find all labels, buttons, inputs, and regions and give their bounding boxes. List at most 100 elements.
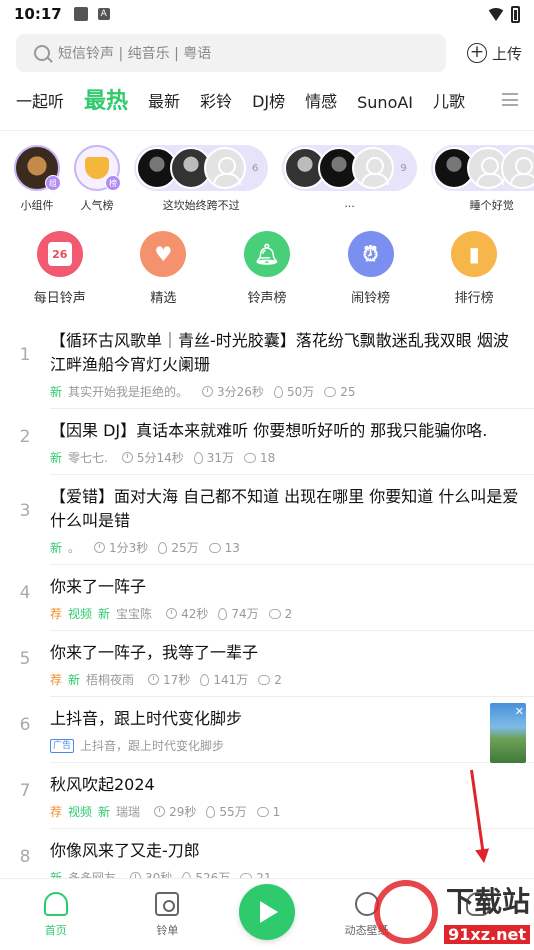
story-group-1[interactable]: 6 这坎始终跨不过 <box>134 145 269 213</box>
song-plays: 50万 <box>286 385 315 399</box>
wifi-icon <box>487 7 505 21</box>
status-time: 10:17 <box>14 5 62 23</box>
widget-avatar: 组 <box>14 145 61 191</box>
story-popular[interactable]: 榜 人气榜 <box>74 145 121 213</box>
story-caption: 这坎始终跨不过 <box>162 199 240 212</box>
comment-icon <box>208 542 221 553</box>
nav-home[interactable]: 首页 <box>16 892 96 938</box>
clock-icon <box>202 386 214 397</box>
story-group-3[interactable]: 睡个好觉 <box>430 145 534 213</box>
fire-icon <box>193 451 203 464</box>
play-icon <box>259 901 278 923</box>
song-row[interactable]: 2 【因果 DJ】真话本来就难听 你要想听好听的 那我只能骗你咯. 新 零七七.… <box>20 409 534 475</box>
song-row[interactable]: 7 秋风吹起2024 荐 视频 新 瑞瑞 29秒 55万 1 <box>20 763 534 829</box>
song-meta: 新 。 1分3秒 25万 13 <box>50 539 524 556</box>
story-caption: ... <box>344 197 355 210</box>
search-placeholder: 短信铃声 | 纯音乐 | 粤语 <box>58 46 212 62</box>
clock-icon <box>121 452 133 463</box>
tab-newest[interactable]: 最新 <box>148 88 180 124</box>
play-button[interactable] <box>238 884 295 940</box>
tab-ringback[interactable]: 彩铃 <box>200 88 232 124</box>
clock-icon <box>166 608 178 619</box>
tab-dj[interactable]: DJ榜 <box>252 88 285 124</box>
battery-icon <box>511 5 520 23</box>
comment-icon <box>324 386 337 397</box>
rank-number: 6 <box>19 715 31 735</box>
fire-icon <box>206 805 216 818</box>
app-notification-icon: A <box>97 8 110 20</box>
tag-recommended: 荐 <box>50 673 63 687</box>
plus-circle-icon: + <box>466 43 487 63</box>
bell-icon: 🔔︎ <box>243 231 290 277</box>
default-avatar-icon <box>352 147 395 189</box>
tag-new: 新 <box>50 385 63 399</box>
fire-icon <box>273 385 283 398</box>
fire-icon <box>200 673 210 686</box>
close-icon[interactable]: ✕ <box>515 705 524 718</box>
trophy-icon <box>85 157 109 179</box>
tag-recommended: 荐 <box>50 805 63 819</box>
rank-number: 5 <box>19 649 31 669</box>
song-title: 你来了一阵子，我等了一辈子 <box>50 643 259 662</box>
watermark-main: 下载站 <box>445 885 530 918</box>
entry-daily-ringtone[interactable]: 26 每日铃声 <box>20 231 100 309</box>
song-title: 【因果 DJ】真话本来就难听 你要想听好听的 那我只能骗你咯. <box>50 421 488 440</box>
song-comments: 1 <box>272 804 281 819</box>
ad-row[interactable]: 6 上抖音，跟上时代变化脚步 广告 上抖音，跟上时代变化脚步 ✕ <box>20 697 534 763</box>
comment-icon <box>256 806 269 817</box>
watermark-logo-icon <box>374 880 438 944</box>
tab-kids[interactable]: 儿歌 <box>433 88 465 124</box>
clock-icon <box>148 674 160 685</box>
rank-number: 7 <box>19 781 31 801</box>
upload-button[interactable]: + 上传 <box>466 43 522 64</box>
story-widget[interactable]: 组 小组件 <box>14 145 61 213</box>
song-comments: 2 <box>284 606 293 621</box>
entry-alarm-chart[interactable]: ⏰︎ 闹铃榜 <box>331 231 411 309</box>
menu-icon[interactable] <box>502 93 518 106</box>
song-plays: 141万 <box>213 673 249 687</box>
ad-title: 上抖音，跟上时代变化脚步 <box>50 709 243 728</box>
song-row[interactable]: 1 【循环古风歌单｜青丝-时光胶囊】落花纷飞飘散迷乱我双眼 烟波江畔渔船今宵灯火… <box>20 319 534 409</box>
rank-number: 2 <box>19 427 31 447</box>
story-group-2[interactable]: 9 ... <box>282 145 417 210</box>
tab-hottest[interactable]: 最热 <box>84 83 128 124</box>
song-list: 1 【循环古风歌单｜青丝-时光胶囊】落花纷飞飘散迷乱我双眼 烟波江畔渔船今宵灯火… <box>0 319 534 895</box>
song-comments: 13 <box>224 540 240 555</box>
comment-icon <box>268 608 281 619</box>
avatar-group <box>430 145 534 191</box>
song-author: 瑞瑞 <box>116 805 141 819</box>
song-author: 零七七. <box>68 451 108 465</box>
default-avatar-icon <box>204 147 246 189</box>
story-caption: 人气榜 <box>80 199 114 212</box>
ad-thumbnail[interactable]: ✕ <box>490 703 526 763</box>
rank-number: 4 <box>19 583 31 603</box>
nav-playlist[interactable]: 铃单 <box>127 892 207 938</box>
clock-icon <box>154 806 166 817</box>
rank-number: 1 <box>19 345 31 365</box>
song-duration: 3分26秒 <box>217 385 264 399</box>
song-author: 其实开始我是拒绝的。 <box>68 385 189 399</box>
entry-ranking[interactable]: ▮ 排行榜 <box>434 231 514 309</box>
rank-number: 3 <box>19 501 31 521</box>
entry-label: 精选 <box>150 291 177 306</box>
tab-together[interactable]: 一起听 <box>16 88 64 124</box>
song-row[interactable]: 5 你来了一阵子，我等了一辈子 荐 新 梧桐夜雨 17秒 141万 2 <box>20 631 534 697</box>
song-row[interactable]: 3 【爱错】面对大海 自己都不知道 出现在哪里 你要知道 什么叫是爱 什么叫是错… <box>20 475 534 565</box>
ad-badge: 广告 <box>50 738 75 753</box>
song-comments: 25 <box>340 384 356 399</box>
search-input[interactable]: 短信铃声 | 纯音乐 | 粤语 <box>16 34 446 72</box>
entry-ringtone-chart[interactable]: 🔔︎ 铃声榜 <box>227 231 307 309</box>
song-row[interactable]: 4 你来了一阵子 荐 视频 新 宝宝陈 42秒 74万 2 <box>20 565 534 631</box>
song-title: 【循环古风歌单｜青丝-时光胶囊】落花纷飞飘散迷乱我双眼 烟波江畔渔船今宵灯火阑珊 <box>50 331 509 374</box>
song-title: 你来了一阵子 <box>50 577 147 596</box>
song-plays: 55万 <box>219 805 247 819</box>
tag-new: 新 <box>68 673 81 687</box>
search-row: 短信铃声 | 纯音乐 | 粤语 + 上传 <box>0 28 534 72</box>
entry-featured[interactable]: ♥ 精选 <box>123 231 203 309</box>
story-caption: 睡个好觉 <box>469 199 514 212</box>
bar-chart-icon: ▮ <box>451 231 498 277</box>
tab-emotion[interactable]: 情感 <box>305 88 337 124</box>
tab-sunoai[interactable]: SunoAI <box>357 93 413 124</box>
search-icon <box>34 45 50 61</box>
upload-label: 上传 <box>491 44 522 63</box>
